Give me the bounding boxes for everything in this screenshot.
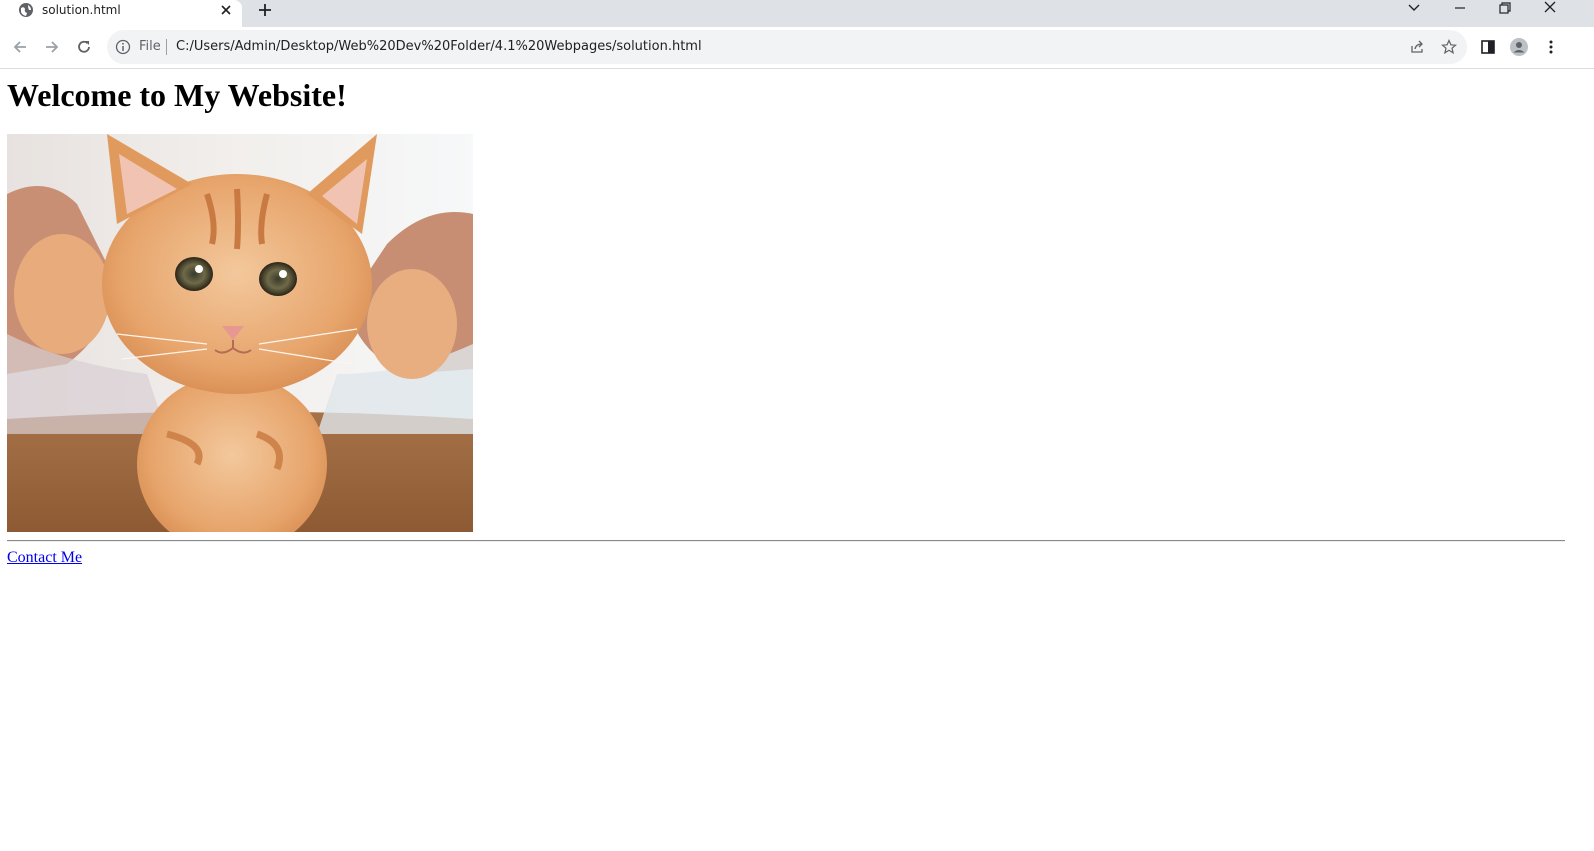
kitten-image [7,134,473,532]
reload-icon[interactable] [75,38,93,56]
menu-icon[interactable] [1542,38,1560,56]
contact-me-link[interactable]: Contact Me [7,549,82,567]
back-icon[interactable] [11,38,29,56]
new-tab-icon[interactable] [256,1,274,19]
tab-strip: solution.html [0,0,1594,27]
info-icon[interactable] [115,39,131,55]
tab-close-icon[interactable] [218,2,234,18]
page-heading: Welcome to My Website! [7,77,347,113]
browser-toolbar: File C:/Users/Admin/Desktop/Web%20Dev%20… [0,27,1594,69]
scheme-label: File [139,39,161,54]
close-icon[interactable] [1541,0,1559,16]
page-content: Welcome to My Website! Contact Me [0,69,1594,851]
side-panel-icon[interactable] [1479,38,1497,56]
tab-title: solution.html [42,3,121,17]
browser-tab[interactable]: solution.html [0,0,242,27]
star-icon[interactable] [1441,39,1457,55]
minimize-icon[interactable] [1451,0,1469,16]
tab-search-icon[interactable] [1405,0,1423,16]
forward-icon[interactable] [43,38,61,56]
url-text[interactable]: C:/Users/Admin/Desktop/Web%20Dev%20Folde… [176,39,702,54]
horizontal-rule [7,540,1565,542]
address-bar[interactable]: File C:/Users/Admin/Desktop/Web%20Dev%20… [107,30,1467,64]
profile-icon[interactable] [1510,38,1528,56]
globe-icon [19,3,33,17]
share-icon[interactable] [1409,39,1425,55]
scheme-divider [166,39,167,55]
restore-icon[interactable] [1496,0,1514,16]
